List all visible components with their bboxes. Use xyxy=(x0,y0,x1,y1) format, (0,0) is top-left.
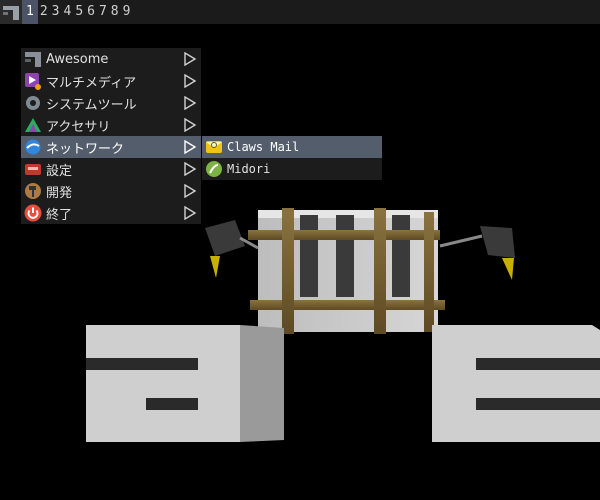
menu-item-label: 開発 xyxy=(46,185,73,201)
submenu-arrow-icon xyxy=(184,96,197,110)
main-menu: Awesome マルチメディア システムツール アクセサリ ネットワーク 設定 xyxy=(21,48,201,224)
menu-item-label: システムツール xyxy=(46,97,137,113)
midori-icon xyxy=(204,159,224,179)
menu-item-awesome[interactable]: Awesome xyxy=(21,48,201,70)
menu-item-system-tools[interactable]: システムツール xyxy=(21,92,201,114)
submenu-arrow-icon xyxy=(184,184,197,198)
submenu-item-midori[interactable]: Midori xyxy=(202,158,382,180)
tag-5[interactable]: 5 xyxy=(73,0,85,24)
menu-item-development[interactable]: 開発 xyxy=(21,180,201,202)
submenu-arrow-icon xyxy=(184,74,197,88)
submenu-arrow-icon xyxy=(184,118,197,132)
menu-item-label: 設定 xyxy=(46,163,73,179)
multimedia-icon xyxy=(23,71,43,91)
settings-icon xyxy=(23,159,43,179)
menu-item-label: Awesome xyxy=(46,51,109,67)
tag-9[interactable]: 9 xyxy=(121,0,133,24)
submenu-arrow-icon xyxy=(184,206,197,220)
menu-item-label: アクセサリ xyxy=(46,119,111,135)
tag-2[interactable]: 2 xyxy=(38,0,50,24)
mail-icon xyxy=(204,137,224,157)
accessories-icon xyxy=(23,115,43,135)
menu-item-settings[interactable]: 設定 xyxy=(21,158,201,180)
menu-item-network[interactable]: ネットワーク xyxy=(21,136,201,158)
awesome-logo-icon xyxy=(3,6,19,20)
submenu-item-label: Claws Mail xyxy=(227,140,300,154)
network-icon xyxy=(23,137,43,157)
awesome-icon xyxy=(23,49,43,69)
menu-item-accessories[interactable]: アクセサリ xyxy=(21,114,201,136)
menu-item-label: マルチメディア xyxy=(46,75,137,91)
tag-8[interactable]: 8 xyxy=(109,0,121,24)
menu-item-quit[interactable]: 終了 xyxy=(21,202,201,224)
submenu-item-label: Midori xyxy=(227,162,271,176)
menu-item-label: 終了 xyxy=(46,207,73,223)
submenu-arrow-icon xyxy=(184,140,197,154)
tag-1[interactable]: 1 xyxy=(22,0,38,24)
launcher-button[interactable] xyxy=(0,0,22,24)
top-bar: 1 2 3 4 5 6 7 8 9 xyxy=(0,0,600,24)
gear-icon xyxy=(23,93,43,113)
menu-item-label: ネットワーク xyxy=(46,141,125,157)
network-submenu: Claws Mail Midori xyxy=(202,136,382,180)
tag-6[interactable]: 6 xyxy=(85,0,97,24)
submenu-arrow-icon xyxy=(184,52,197,66)
submenu-arrow-icon xyxy=(184,162,197,176)
tag-3[interactable]: 3 xyxy=(50,0,62,24)
hammer-icon xyxy=(23,181,43,201)
tag-4[interactable]: 4 xyxy=(61,0,73,24)
menu-item-multimedia[interactable]: マルチメディア xyxy=(21,70,201,92)
tag-7[interactable]: 7 xyxy=(97,0,109,24)
power-icon xyxy=(23,203,43,223)
submenu-item-claws-mail[interactable]: Claws Mail xyxy=(202,136,382,158)
